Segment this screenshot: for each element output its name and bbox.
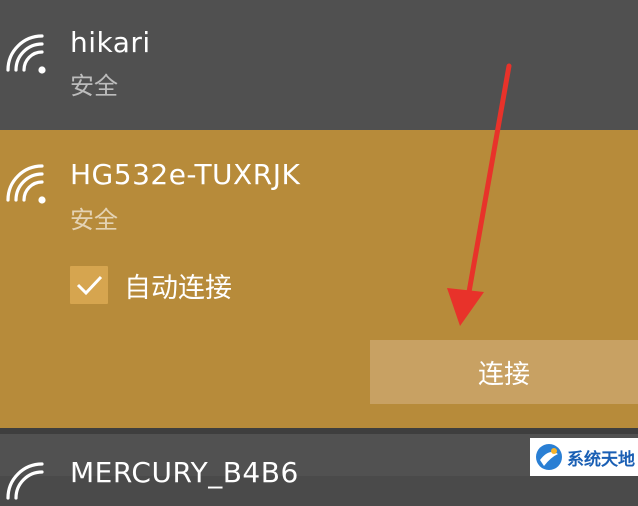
network-item-hikari[interactable]: hikari 安全 <box>0 0 638 130</box>
auto-connect-checkbox[interactable] <box>70 266 108 304</box>
network-name: HG532e-TUXRJK <box>70 158 301 191</box>
wifi-icon <box>6 34 46 74</box>
network-name: hikari <box>70 26 151 59</box>
wifi-icon <box>6 462 44 500</box>
watermark-text: 系统天地 <box>567 449 635 470</box>
network-status: 安全 <box>70 206 118 234</box>
network-status: 安全 <box>70 72 118 100</box>
checkmark-icon <box>76 275 103 296</box>
network-name: MERCURY_B4B6 <box>70 456 299 489</box>
watermark-logo: 系统天地 <box>530 438 638 476</box>
wifi-icon <box>6 164 46 204</box>
auto-connect-label: 自动连接 <box>124 273 232 304</box>
connect-button[interactable]: 连接 <box>370 340 638 404</box>
logo-icon <box>536 444 562 470</box>
